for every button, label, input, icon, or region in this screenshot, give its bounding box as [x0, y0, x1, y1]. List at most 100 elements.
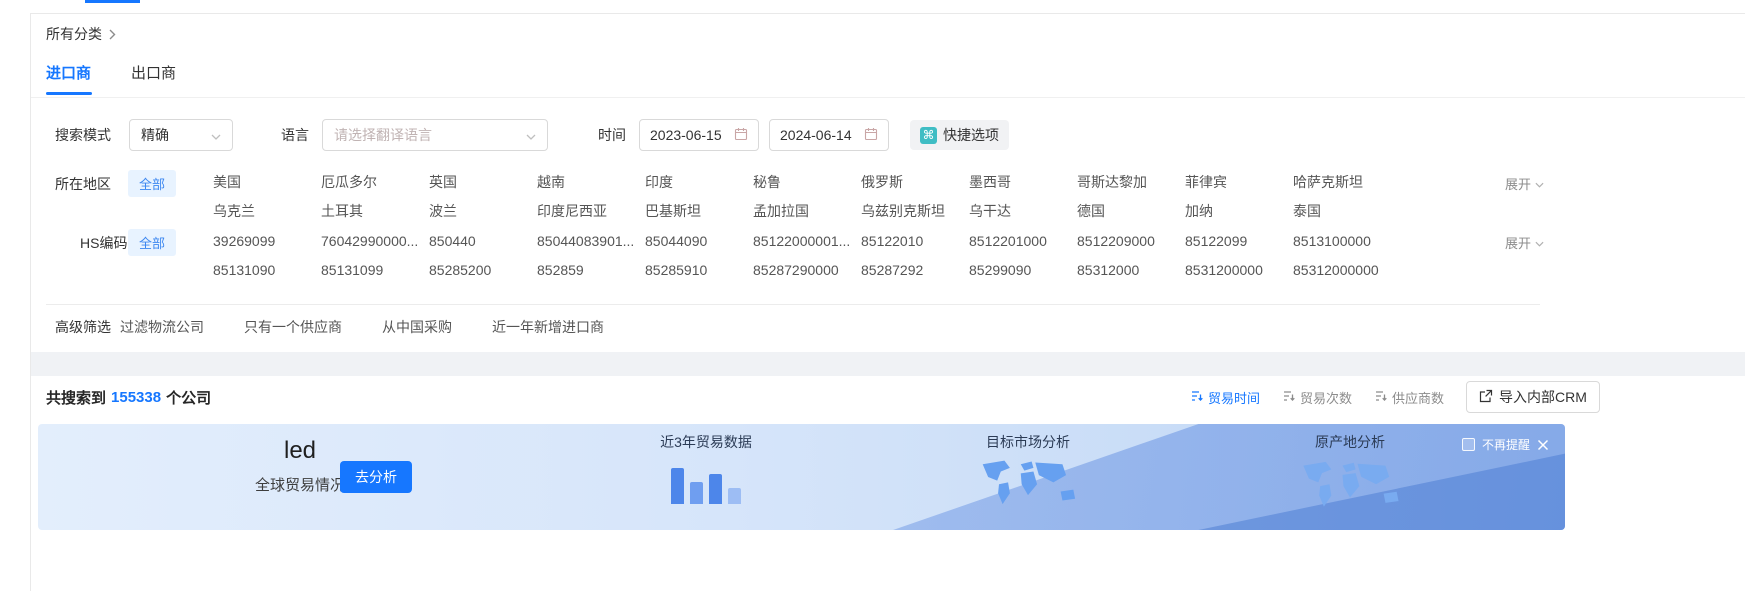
region-option[interactable]: 加纳: [1185, 201, 1293, 221]
region-row-1: 美国厄瓜多尔英国越南印度秘鲁俄罗斯墨西哥哥斯达黎加菲律宾哈萨克斯坦: [213, 172, 1403, 192]
world-map-icon: [1284, 457, 1416, 524]
sort-supplier-count[interactable]: 供应商数: [1374, 388, 1444, 407]
region-option[interactable]: 俄罗斯: [861, 172, 969, 192]
hs-code-option[interactable]: 8512201000: [969, 231, 1077, 251]
region-option[interactable]: 秘鲁: [753, 172, 861, 192]
hs-expand-button[interactable]: 展开: [1505, 233, 1544, 252]
sort-trade-time[interactable]: 贸易时间: [1190, 388, 1260, 407]
hs-code-option[interactable]: 85287292: [861, 260, 969, 280]
hs-code-option[interactable]: 85122010: [861, 231, 969, 251]
hs-code-option[interactable]: 85044090: [645, 231, 753, 251]
hs-code-option[interactable]: 85131090: [213, 260, 321, 280]
region-option[interactable]: 印度尼西亚: [537, 201, 645, 221]
hs-code-option[interactable]: 85285910: [645, 260, 753, 280]
region-option[interactable]: 哈萨克斯坦: [1293, 172, 1401, 192]
hs-code-label: HS编码: [80, 233, 127, 253]
date-start-input[interactable]: 2023-06-15: [639, 119, 759, 151]
hs-code-option[interactable]: 8512209000: [1077, 231, 1185, 251]
hs-code-option[interactable]: 85285200: [429, 260, 537, 280]
region-option[interactable]: 越南: [537, 172, 645, 192]
hs-expand-label: 展开: [1505, 233, 1531, 252]
dont-remind-checkbox[interactable]: [1462, 438, 1475, 451]
hs-code-option[interactable]: 39269099: [213, 231, 321, 251]
region-option[interactable]: 菲律宾: [1185, 172, 1293, 192]
close-icon[interactable]: [1537, 439, 1549, 451]
region-option[interactable]: 泰国: [1293, 201, 1401, 221]
hs-code-option[interactable]: 852859: [537, 260, 645, 280]
chevron-down-icon: [211, 127, 221, 143]
region-option[interactable]: 土耳其: [321, 201, 429, 221]
advanced-filter-option[interactable]: 近一年新增进口商: [492, 317, 604, 337]
chevron-down-icon: [1535, 235, 1544, 250]
banner-trade-data-label: 近3年贸易数据: [646, 432, 766, 452]
filter-divider: [46, 304, 1540, 305]
hs-code-option[interactable]: 8531200000: [1185, 260, 1293, 280]
analysis-banner: led 全球贸易情况 去分析 近3年贸易数据 目标市场分析 原产地分析: [38, 424, 1565, 530]
chevron-down-icon: [1535, 176, 1544, 191]
region-option[interactable]: 乌克兰: [213, 201, 321, 221]
language-select[interactable]: 请选择翻译语言: [322, 119, 548, 151]
bar: [728, 488, 741, 504]
region-all-chip[interactable]: 全部: [128, 170, 176, 197]
results-toolbar: 贸易时间 贸易次数 供应商数 导入内部CRM: [1190, 381, 1600, 413]
region-option[interactable]: 德国: [1077, 201, 1185, 221]
analyze-button[interactable]: 去分析: [340, 461, 412, 493]
sort-icon: [1190, 389, 1204, 406]
quick-options-button[interactable]: ⌘ 快捷选项: [910, 120, 1009, 150]
banner-origin-block: 原产地分析: [1284, 432, 1416, 524]
region-option[interactable]: 墨西哥: [969, 172, 1077, 192]
hs-all-chip[interactable]: 全部: [128, 229, 176, 256]
region-option[interactable]: 乌干达: [969, 201, 1077, 221]
region-option[interactable]: 乌兹别克斯坦: [861, 201, 969, 221]
hs-code-option[interactable]: 85312000000: [1293, 260, 1401, 280]
region-label: 所在地区: [55, 174, 111, 194]
region-option[interactable]: 英国: [429, 172, 537, 192]
banner-origin-label: 原产地分析: [1284, 432, 1416, 452]
hs-code-option[interactable]: 85287290000: [753, 260, 861, 280]
sort-trade-count[interactable]: 贸易次数: [1282, 388, 1352, 407]
top-tab-underline-fragment: [85, 0, 140, 3]
region-option[interactable]: 印度: [645, 172, 753, 192]
hs-code-option[interactable]: 8513100000: [1293, 231, 1401, 251]
results-number: 155338: [111, 389, 161, 406]
hs-code-option[interactable]: 85122000001...: [753, 231, 861, 251]
region-option[interactable]: 美国: [213, 172, 321, 192]
banner-target-market-label: 目标市场分析: [960, 432, 1096, 452]
hs-code-option[interactable]: 85312000: [1077, 260, 1185, 280]
advanced-filter-option[interactable]: 过滤物流公司: [120, 317, 204, 337]
region-option[interactable]: 波兰: [429, 201, 537, 221]
banner-dismiss: 不再提醒: [1462, 436, 1549, 453]
import-crm-button[interactable]: 导入内部CRM: [1466, 381, 1600, 413]
region-option[interactable]: 厄瓜多尔: [321, 172, 429, 192]
active-tab-indicator: [46, 92, 92, 95]
region-option[interactable]: 哥斯达黎加: [1077, 172, 1185, 192]
world-map-icon: [960, 457, 1096, 520]
time-label: 时间: [598, 125, 626, 145]
bar: [709, 474, 722, 504]
search-mode-select[interactable]: 精确: [129, 119, 233, 151]
chevron-down-icon: [526, 127, 536, 143]
hs-code-option[interactable]: 85299090: [969, 260, 1077, 280]
tab-importers[interactable]: 进口商: [46, 62, 91, 83]
region-option[interactable]: 巴基斯坦: [645, 201, 753, 221]
advanced-filter-option[interactable]: 只有一个供应商: [244, 317, 342, 337]
region-option[interactable]: 孟加拉国: [753, 201, 861, 221]
hs-options: 3926909976042990000...85044085044083901.…: [213, 231, 1403, 280]
banner-target-market-block: 目标市场分析: [960, 432, 1096, 520]
advanced-filter-option[interactable]: 从中国采购: [382, 317, 452, 337]
breadcrumb[interactable]: 所有分类: [46, 24, 116, 44]
region-expand-button[interactable]: 展开: [1505, 174, 1544, 193]
import-crm-label: 导入内部CRM: [1499, 387, 1587, 407]
top-divider: [30, 13, 1745, 14]
quick-options-label: 快捷选项: [943, 125, 999, 145]
hs-code-option[interactable]: 85122099: [1185, 231, 1293, 251]
hs-code-option[interactable]: 76042990000...: [321, 231, 429, 251]
hs-code-option[interactable]: 850440: [429, 231, 537, 251]
tab-exporters[interactable]: 出口商: [131, 62, 176, 83]
sort-supplier-count-label: 供应商数: [1392, 388, 1444, 407]
hs-code-option[interactable]: 85044083901...: [537, 231, 645, 251]
banner-trade-data-block: 近3年贸易数据: [646, 432, 766, 504]
date-end-input[interactable]: 2024-06-14: [769, 119, 889, 151]
chevron-right-icon: [109, 29, 116, 40]
hs-code-option[interactable]: 85131099: [321, 260, 429, 280]
